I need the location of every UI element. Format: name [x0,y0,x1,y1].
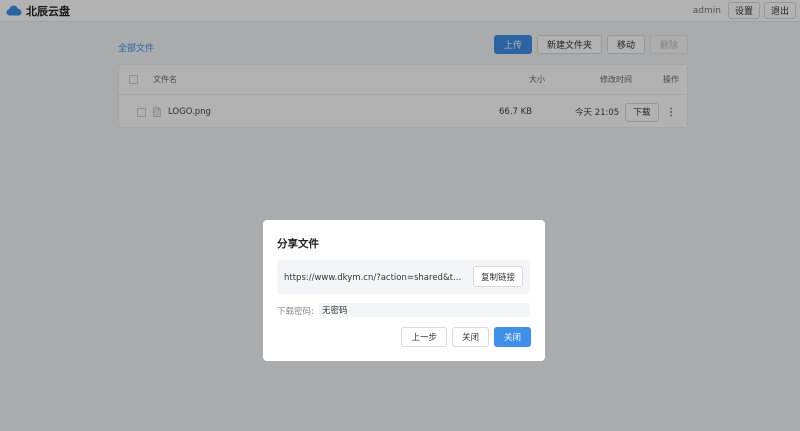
confirm-close-button[interactable]: 关闭 [493,327,531,347]
modal-overlay[interactable] [0,0,800,431]
password-field: 无密码 [319,303,530,317]
share-link-text[interactable]: https://www.dkym.cn/?action=shared&token… [284,273,464,283]
previous-step-button[interactable]: 上一步 [401,327,447,347]
dialog-actions: 上一步 关闭 关闭 [396,327,531,347]
share-file-dialog: 分享文件 https://www.dkym.cn/?action=shared&… [263,220,545,361]
copy-link-button[interactable]: 复制链接 [473,266,523,287]
dialog-title: 分享文件 [277,238,319,250]
close-button[interactable]: 关闭 [451,327,489,347]
password-label: 下载密码: [277,307,314,317]
share-link-box: https://www.dkym.cn/?action=shared&token… [277,260,530,294]
